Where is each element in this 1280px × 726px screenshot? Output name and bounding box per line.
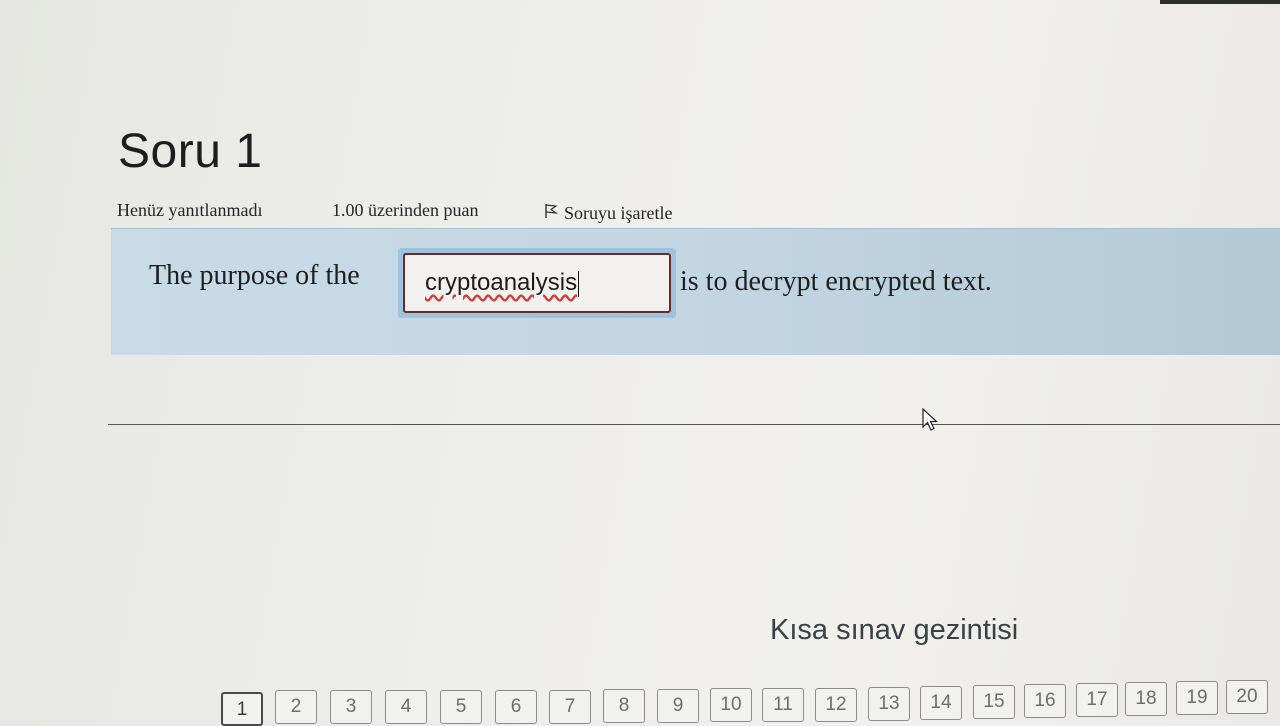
quiz-nav-button-8[interactable]: 8 bbox=[603, 689, 645, 723]
answer-value: cryptoanalysis bbox=[425, 269, 578, 296]
question-title: Soru 1 bbox=[118, 125, 263, 178]
section-divider bbox=[108, 424, 1280, 425]
flag-icon bbox=[544, 203, 564, 224]
quiz-nav-button-15[interactable]: 15 bbox=[973, 685, 1015, 719]
quiz-nav-button-16[interactable]: 16 bbox=[1024, 684, 1066, 718]
quiz-nav-button-20[interactable]: 20 bbox=[1226, 680, 1268, 714]
quiz-nav-button-11[interactable]: 11 bbox=[762, 688, 804, 722]
answer-input[interactable]: cryptoanalysis bbox=[403, 253, 671, 313]
quiz-nav-button-4[interactable]: 4 bbox=[385, 690, 427, 724]
quiz-nav-button-6[interactable]: 6 bbox=[495, 690, 537, 724]
question-text-after: is to decrypt encrypted text. bbox=[680, 266, 992, 297]
quiz-nav-button-1[interactable]: 1 bbox=[221, 692, 263, 726]
quiz-nav-button-14[interactable]: 14 bbox=[920, 686, 962, 720]
quiz-nav-button-9[interactable]: 9 bbox=[657, 689, 699, 723]
answer-status: Henüz yanıtlanmadı bbox=[117, 200, 263, 220]
quiz-nav-button-17[interactable]: 17 bbox=[1076, 683, 1118, 717]
quiz-nav-button-18[interactable]: 18 bbox=[1125, 682, 1167, 716]
question-text-before: The purpose of the bbox=[149, 260, 360, 291]
quiz-nav-button-19[interactable]: 19 bbox=[1176, 681, 1218, 715]
quiz-nav-button-13[interactable]: 13 bbox=[868, 687, 910, 721]
quiz-nav-button-3[interactable]: 3 bbox=[330, 690, 372, 724]
mouse-cursor-icon bbox=[922, 407, 940, 439]
quiz-navigation-title: Kısa sınav gezintisi bbox=[770, 614, 1019, 646]
text-caret bbox=[578, 270, 580, 297]
quiz-nav-button-12[interactable]: 12 bbox=[815, 688, 857, 722]
quiz-nav-button-10[interactable]: 10 bbox=[710, 688, 752, 722]
flag-question-link[interactable]: Soruyu işaretle bbox=[544, 203, 672, 224]
flag-question-label: Soruyu işaretle bbox=[564, 203, 673, 223]
question-points: 1.00 üzerinden puan bbox=[332, 200, 479, 220]
top-edge-bar bbox=[1160, 0, 1280, 4]
quiz-nav-button-5[interactable]: 5 bbox=[440, 690, 482, 724]
quiz-nav-button-2[interactable]: 2 bbox=[275, 690, 317, 724]
quiz-nav-button-7[interactable]: 7 bbox=[549, 690, 591, 724]
